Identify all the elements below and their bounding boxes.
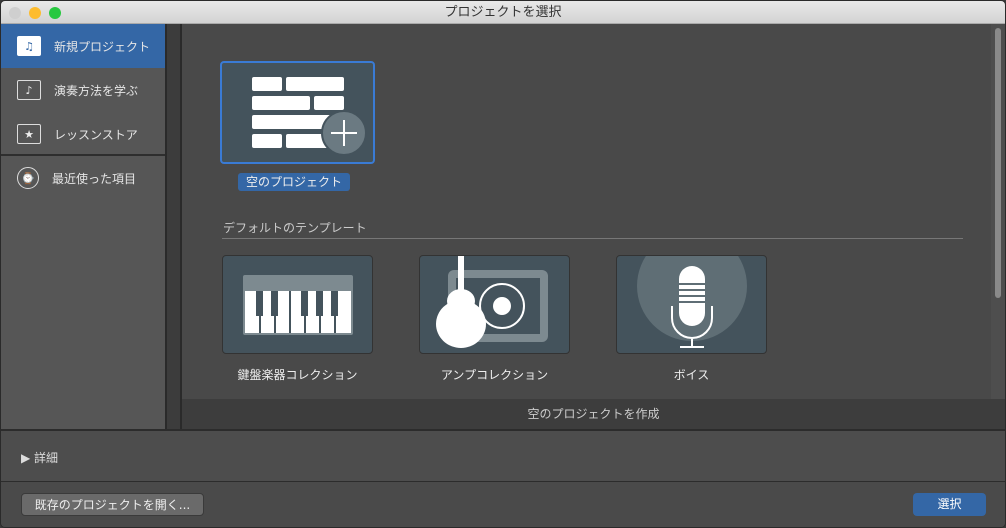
keyboard-icon bbox=[243, 275, 353, 335]
guitar-doc-icon: ♫ bbox=[17, 36, 41, 56]
sidebar: ♫ 新規プロジェクト ♪ 演奏方法を学ぶ ★ レッスンストア ⌚ 最近使った項目 bbox=[1, 24, 165, 429]
empty-project-icon bbox=[252, 77, 367, 156]
empty-project-label: 空のプロジェクト bbox=[238, 173, 351, 191]
sidebar-item-label: 新規プロジェクト bbox=[54, 39, 151, 54]
microphone-icon bbox=[637, 231, 747, 348]
template-voice[interactable] bbox=[616, 231, 767, 354]
open-existing-button[interactable]: 既存のプロジェクトを開く... bbox=[21, 493, 204, 516]
scrollbar[interactable] bbox=[991, 24, 1005, 399]
clock-icon: ⌚ bbox=[17, 167, 39, 189]
scrollbar-thumb[interactable] bbox=[995, 28, 1001, 298]
template-label: 鍵盤楽器コレクション bbox=[237, 368, 358, 382]
sidebar-item-lesson-store[interactable]: ★ レッスンストア bbox=[1, 112, 165, 156]
details-disclosure[interactable]: ▶ 詳細 bbox=[21, 451, 58, 465]
zoom-button[interactable] bbox=[49, 7, 61, 19]
sidebar-item-new-project[interactable]: ♫ 新規プロジェクト bbox=[1, 24, 165, 68]
close-button[interactable] bbox=[9, 7, 21, 19]
details-area: ▶ 詳細 bbox=[1, 429, 1005, 481]
template-area: 空のプロジェクト デフォルトのテンプレート 鍵盤楽器コレクション アンプコレクシ… bbox=[182, 24, 991, 399]
window-title: プロジェクトを選択 bbox=[444, 5, 562, 20]
sidebar-item-recent[interactable]: ⌚ 最近使った項目 bbox=[1, 156, 165, 200]
empty-project-tile[interactable] bbox=[220, 61, 375, 164]
section-title: デフォルトのテンプレート bbox=[223, 221, 367, 235]
project-chooser-window: プロジェクトを選択 ♫ 新規プロジェクト ♪ 演奏方法を学ぶ ★ レッスンストア ⌚ 最… bbox=[0, 0, 1006, 528]
split-divider[interactable] bbox=[165, 24, 182, 429]
template-keyboard[interactable] bbox=[222, 255, 373, 354]
minimize-button[interactable] bbox=[29, 7, 41, 19]
note-icon: ♪ bbox=[17, 80, 41, 100]
sidebar-item-learn[interactable]: ♪ 演奏方法を学ぶ bbox=[1, 68, 165, 112]
star-icon: ★ bbox=[17, 124, 41, 144]
template-label: ボイス bbox=[673, 368, 710, 382]
sidebar-item-label: 演奏方法を学ぶ bbox=[54, 83, 139, 98]
template-amp[interactable] bbox=[419, 255, 570, 354]
sidebar-item-label: 最近使った項目 bbox=[52, 171, 137, 186]
choose-button[interactable]: 選択 bbox=[913, 493, 986, 516]
title-bar: プロジェクトを選択 bbox=[1, 1, 1005, 24]
sidebar-item-label: レッスンストア bbox=[54, 127, 138, 142]
status-text: 空のプロジェクトを作成 bbox=[182, 399, 1005, 429]
amp-guitar-icon bbox=[436, 256, 548, 348]
section-divider bbox=[222, 238, 963, 239]
footer-bar: 既存のプロジェクトを開く... 選択 bbox=[1, 481, 1005, 527]
template-label: アンプコレクション bbox=[440, 368, 549, 382]
